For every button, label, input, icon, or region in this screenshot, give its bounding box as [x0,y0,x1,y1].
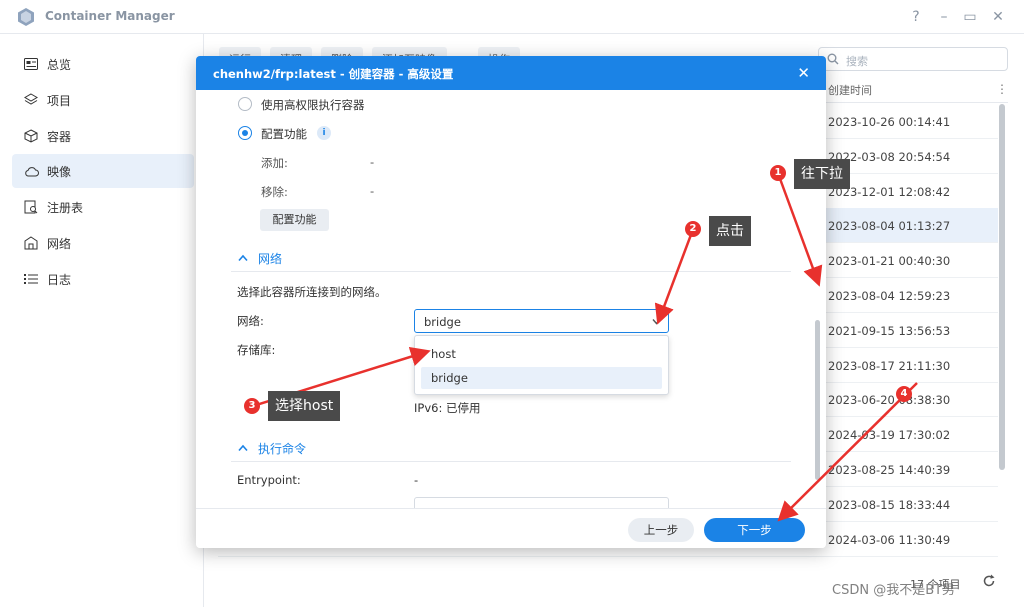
dialog-body: 使用高权限执行容器 配置功能 i 添加: - 移除: - 配置功能 网络 选择此… [196,90,826,508]
container-manager-logo-icon [18,8,34,26]
dialog-scrollbar[interactable] [815,320,820,480]
entrypoint-label: Entrypoint: [237,473,301,487]
advanced-settings-dialog: chenhw2/frp:latest - 创建容器 - 高级设置 ✕ 使用高权限… [196,56,826,548]
capabilities-label: 配置功能 [261,127,307,141]
close-window-icon[interactable]: ✕ [988,7,1008,27]
created-time: 2023-08-17 21:11:30 [828,358,951,373]
annotation-number-4: 4 [896,386,912,402]
sidebar-item-label: 容器 [47,129,72,144]
sidebar-item-label: 项目 [47,93,72,108]
maximize-icon[interactable]: ▭ [960,7,980,27]
chevron-up-icon[interactable] [238,254,248,262]
network-section-title[interactable]: 网络 [258,250,282,267]
command-input[interactable] [414,497,669,508]
entrypoint-value: - [414,473,419,487]
created-time: 2021-09-15 13:56:53 [828,323,951,338]
app-title: Container Manager [45,9,175,23]
sidebar-item-projects[interactable]: 项目 [12,83,194,117]
search-placeholder: 搜索 [846,55,868,68]
overview-icon [23,56,39,72]
exec-section-title[interactable]: 执行命令 [258,440,306,457]
storage-label: 存储库: [237,343,276,357]
help-icon[interactable]: ? [906,7,926,27]
network-select[interactable]: bridge [414,309,669,333]
sidebar-item-logs[interactable]: 日志 [12,262,194,296]
section-divider [231,461,791,462]
annotation-label-2: 点击 [709,216,751,246]
search-icon [827,53,839,65]
sidebar-item-overview[interactable]: 总览 [12,47,194,81]
sidebar-item-label: 映像 [47,164,72,179]
created-time: 2024-03-19 17:30:02 [828,428,951,443]
sidebar-item-containers[interactable]: 容器 [12,119,194,153]
capabilities-radio[interactable] [238,126,252,140]
network-label: 网络: [237,314,264,328]
privileged-radio[interactable] [238,97,252,111]
remove-value: - [370,184,375,198]
watermark: CSDN @我不是BT男 [832,583,956,598]
privileged-label: 使用高权限执行容器 [261,98,365,112]
sidebar-item-label: 日志 [47,272,72,287]
created-time: 2023-08-04 01:13:27 [828,219,951,234]
refresh-icon[interactable] [982,574,996,588]
sidebar-item-registry[interactable]: 注册表 [12,190,194,224]
annotation-label-3: 选择host [268,391,341,421]
add-label: 添加: [261,156,288,170]
section-divider [231,271,791,272]
sidebar-item-images[interactable]: 映像 [12,154,194,188]
network-select-value: bridge [424,315,461,329]
column-menu-icon[interactable]: ⋮ [996,82,1008,96]
configure-capabilities-button[interactable]: 配置功能 [260,209,329,231]
created-time: 2023-10-26 00:14:41 [828,115,951,129]
dialog-header: chenhw2/frp:latest - 创建容器 - 高级设置 ✕ [196,56,826,90]
registry-icon [23,199,39,215]
annotation-number-1: 1 [770,165,786,181]
network-description: 选择此容器所连接到的网络。 [237,285,387,299]
sidebar: 总览 项目 容器 映像 注册表 网络 日志 [0,34,204,607]
sidebar-item-label: 网络 [47,236,72,251]
created-time: 2023-01-21 00:40:30 [828,254,951,269]
cloud-icon [23,163,39,179]
add-value: - [370,155,375,169]
previous-button[interactable]: 上一步 [628,518,694,542]
chevron-up-icon[interactable] [238,444,248,452]
dialog-footer: 上一步 下一步 [196,508,826,548]
search-input[interactable]: 搜索 [818,47,1008,71]
column-header-created[interactable]: 创建时间 [828,82,872,98]
network-dropdown: host bridge [414,335,669,395]
option-host[interactable]: host [421,343,662,365]
chevron-down-icon [652,319,661,325]
sidebar-item-label: 总览 [47,57,72,72]
created-time: 2024-03-06 11:30:49 [828,532,951,547]
table-scrollbar[interactable] [999,104,1005,470]
created-time: 2023-08-04 12:59:23 [828,289,951,303]
remove-label: 移除: [261,185,288,199]
dialog-close-icon[interactable]: ✕ [797,64,810,82]
dialog-title: chenhw2/frp:latest - 创建容器 - 高级设置 [213,67,454,81]
sidebar-item-network[interactable]: 网络 [12,226,194,260]
network-icon [23,235,39,251]
cube-icon [23,128,39,144]
layers-icon [23,92,39,108]
annotation-number-2: 2 [685,221,701,237]
created-time: 2023-06-20 08:38:30 [828,393,951,408]
list-icon [23,271,39,287]
annotation-number-3: 3 [244,398,260,414]
created-time: 2023-08-15 18:33:44 [828,497,951,512]
title-bar: Container Manager ? – ▭ ✕ [0,0,1024,34]
ipv6-status: IPv6: 已停用 [414,401,481,415]
annotation-label-1: 往下拉 [794,159,850,189]
sidebar-item-label: 注册表 [47,200,84,215]
minimize-icon[interactable]: – [934,7,954,27]
created-time: 2023-08-25 14:40:39 [828,463,951,477]
next-button[interactable]: 下一步 [704,518,805,542]
info-icon[interactable]: i [317,126,331,140]
option-bridge[interactable]: bridge [421,367,662,389]
